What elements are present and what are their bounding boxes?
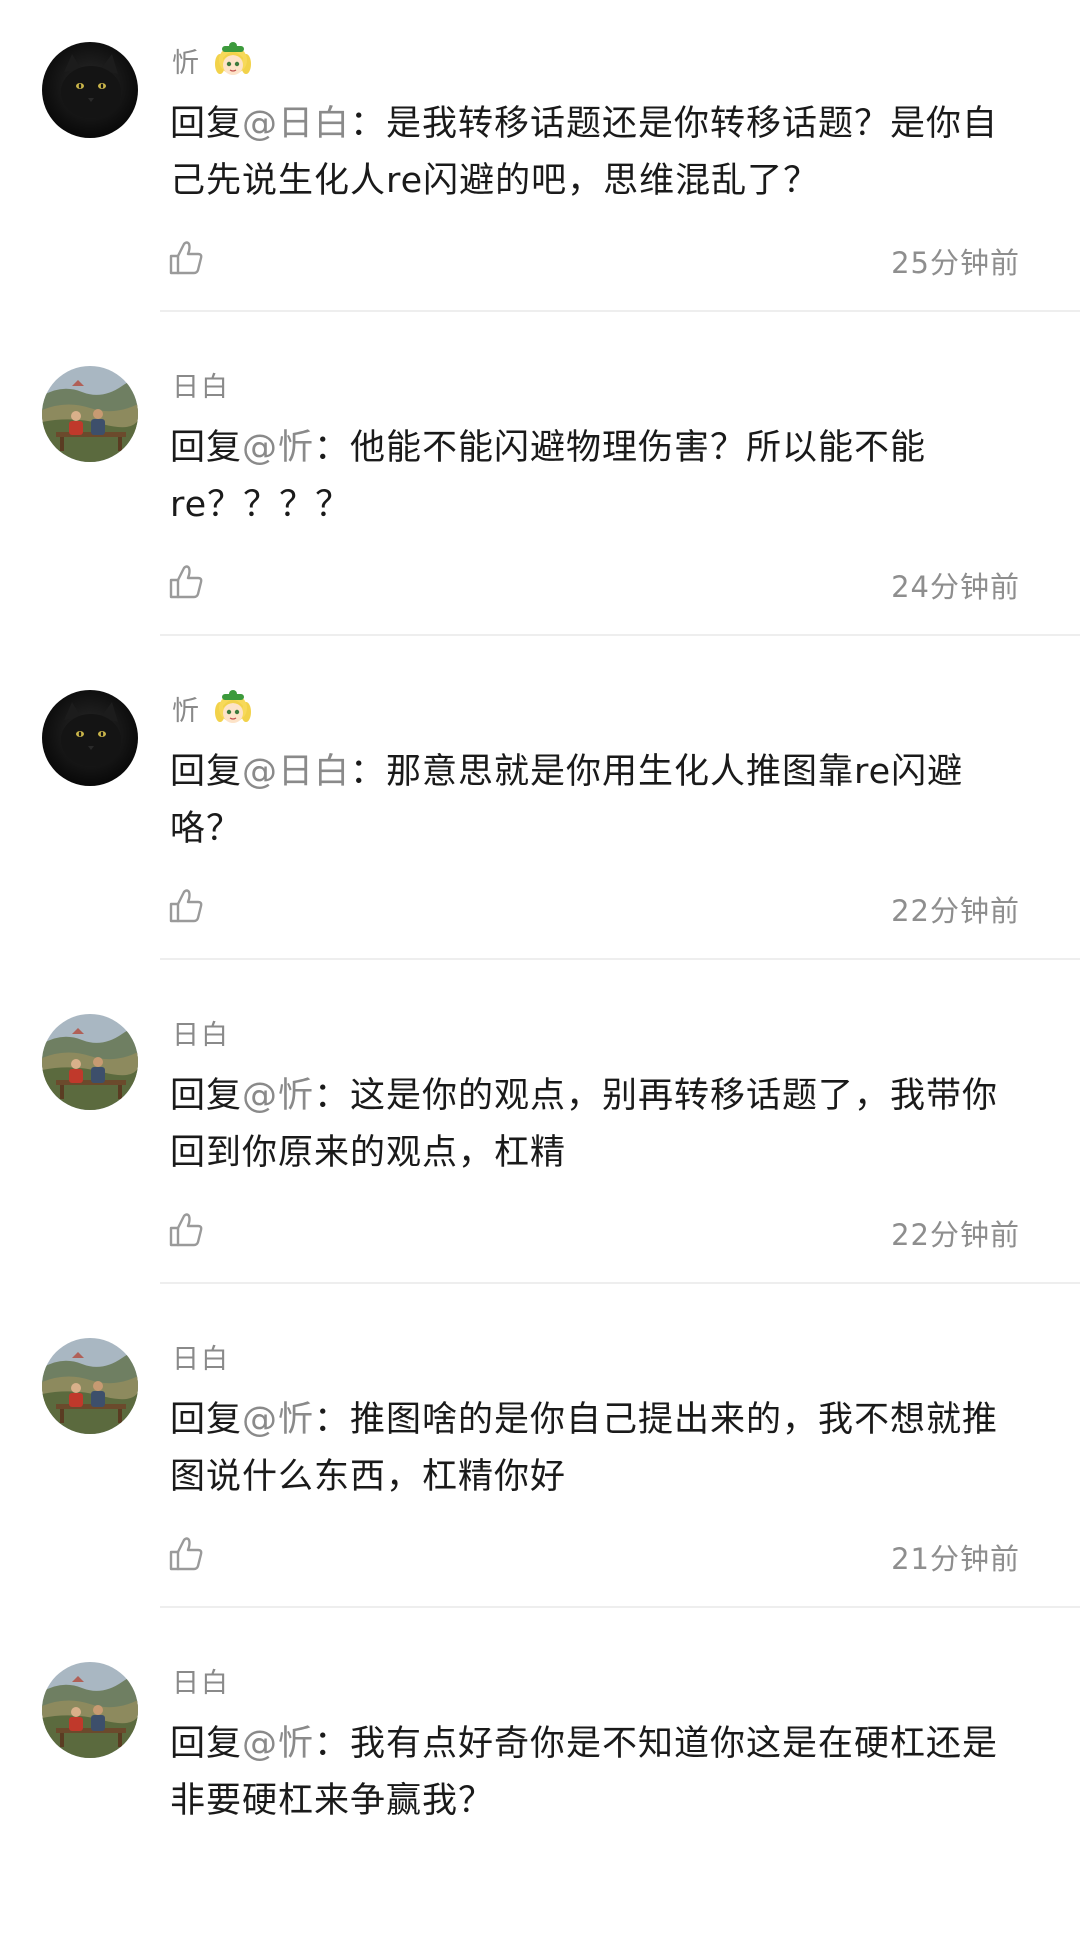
mention-link[interactable]: @忻 xyxy=(242,428,314,468)
username-row: 日白 xyxy=(172,1008,230,1056)
mention-link[interactable]: @忻 xyxy=(242,1076,314,1116)
username[interactable]: 日白 xyxy=(172,1661,230,1700)
anime-girl-badge-icon xyxy=(211,686,255,730)
avatar[interactable] xyxy=(42,690,138,786)
username-row: 忻 xyxy=(172,684,255,732)
username[interactable]: 忻 xyxy=(172,689,201,728)
avatar[interactable] xyxy=(42,366,138,462)
thumbs-up-image xyxy=(169,1537,203,1571)
divider xyxy=(160,310,1080,312)
thumbs-up-icon[interactable] xyxy=(166,562,206,602)
comment-text: 回复@忻：推图啥的是你自己提出来的，我不想就推图说什么东西，杠精你好 xyxy=(170,1392,1020,1506)
landscape-couple-avatar-image xyxy=(42,366,138,462)
timestamp: 25分钟前 xyxy=(891,246,1020,280)
username[interactable]: 日白 xyxy=(172,365,230,404)
comment-text: 回复@忻：他能不能闪避物理伤害？所以能不能re？？？？ xyxy=(170,420,1020,534)
thumbs-up-icon[interactable] xyxy=(166,238,206,278)
black-cat-avatar-image xyxy=(42,690,138,786)
thumbs-up-image xyxy=(169,241,203,275)
black-cat-avatar-image xyxy=(42,42,138,138)
comment-text: 回复@忻：我有点好奇你是不知道你这是在硬杠还是非要硬杠来争赢我？ xyxy=(170,1716,1020,1830)
thumbs-up-image xyxy=(169,889,203,923)
mention-link[interactable]: @日白 xyxy=(242,752,350,792)
reply-prefix: 回复 xyxy=(170,1076,243,1116)
divider xyxy=(160,634,1080,636)
avatar[interactable] xyxy=(42,42,138,138)
anime-girl-badge-image xyxy=(215,690,251,723)
mention-link[interactable]: @忻 xyxy=(242,1724,314,1764)
comment-item[interactable]: 日白回复@忻：这是你的观点，别再转移话题了，我带你回到你原来的观点，杠精 22分… xyxy=(0,972,1080,1296)
divider xyxy=(160,1606,1080,1608)
landscape-couple-avatar-image xyxy=(42,1338,138,1434)
timestamp: 21分钟前 xyxy=(891,1542,1020,1576)
thumbs-up-icon[interactable] xyxy=(166,1534,206,1574)
avatar[interactable] xyxy=(42,1338,138,1434)
comment-item[interactable]: 日白回复@忻：他能不能闪避物理伤害？所以能不能re？？？？ 24分钟前 xyxy=(0,324,1080,648)
divider xyxy=(160,958,1080,960)
username-row: 日白 xyxy=(172,360,230,408)
thumbs-up-image xyxy=(169,565,203,599)
comment-text: 回复@日白：是我转移话题还是你转移话题？是你自己先说生化人re闪避的吧，思维混乱… xyxy=(170,96,1020,210)
username[interactable]: 日白 xyxy=(172,1337,230,1376)
thumbs-up-icon[interactable] xyxy=(166,886,206,926)
username-row: 忻 xyxy=(172,36,255,84)
avatar[interactable] xyxy=(42,1014,138,1110)
timestamp: 24分钟前 xyxy=(891,570,1020,604)
mention-link[interactable]: @忻 xyxy=(242,1400,314,1440)
avatar[interactable] xyxy=(42,1662,138,1758)
comment-item[interactable]: 忻 回复@日白：那意思就是你用生化人推图靠re闪避咯？ 22分钟前 xyxy=(0,648,1080,972)
comment-list: 忻 回复@日白：是我转移话题还是你转移话题？是你自己先说生化人re闪避的吧，思维… xyxy=(0,0,1080,1944)
comment-item[interactable]: 日白回复@忻：推图啥的是你自己提出来的，我不想就推图说什么东西，杠精你好 21分… xyxy=(0,1296,1080,1620)
mention-link[interactable]: @日白 xyxy=(242,104,350,144)
divider xyxy=(160,1282,1080,1284)
thumbs-up-icon[interactable] xyxy=(166,1210,206,1250)
username[interactable]: 日白 xyxy=(172,1013,230,1052)
username-row: 日白 xyxy=(172,1332,230,1380)
comment-item[interactable]: 忻 回复@日白：是我转移话题还是你转移话题？是你自己先说生化人re闪避的吧，思维… xyxy=(0,0,1080,324)
reply-prefix: 回复 xyxy=(170,752,243,792)
comment-text: 回复@日白：那意思就是你用生化人推图靠re闪避咯？ xyxy=(170,744,1020,858)
reply-prefix: 回复 xyxy=(170,104,243,144)
username[interactable]: 忻 xyxy=(172,41,201,80)
landscape-couple-avatar-image xyxy=(42,1662,138,1758)
reply-prefix: 回复 xyxy=(170,1724,243,1764)
timestamp: 22分钟前 xyxy=(891,1218,1020,1252)
thumbs-up-image xyxy=(169,1213,203,1247)
username-row: 日白 xyxy=(172,1656,230,1704)
reply-prefix: 回复 xyxy=(170,428,243,468)
timestamp: 22分钟前 xyxy=(891,894,1020,928)
anime-girl-badge-icon xyxy=(211,38,255,82)
anime-girl-badge-image xyxy=(215,42,251,75)
reply-prefix: 回复 xyxy=(170,1400,243,1440)
comment-item[interactable]: 日白回复@忻：我有点好奇你是不知道你这是在硬杠还是非要硬杠来争赢我？ xyxy=(0,1620,1080,1944)
comment-text: 回复@忻：这是你的观点，别再转移话题了，我带你回到你原来的观点，杠精 xyxy=(170,1068,1020,1182)
landscape-couple-avatar-image xyxy=(42,1014,138,1110)
